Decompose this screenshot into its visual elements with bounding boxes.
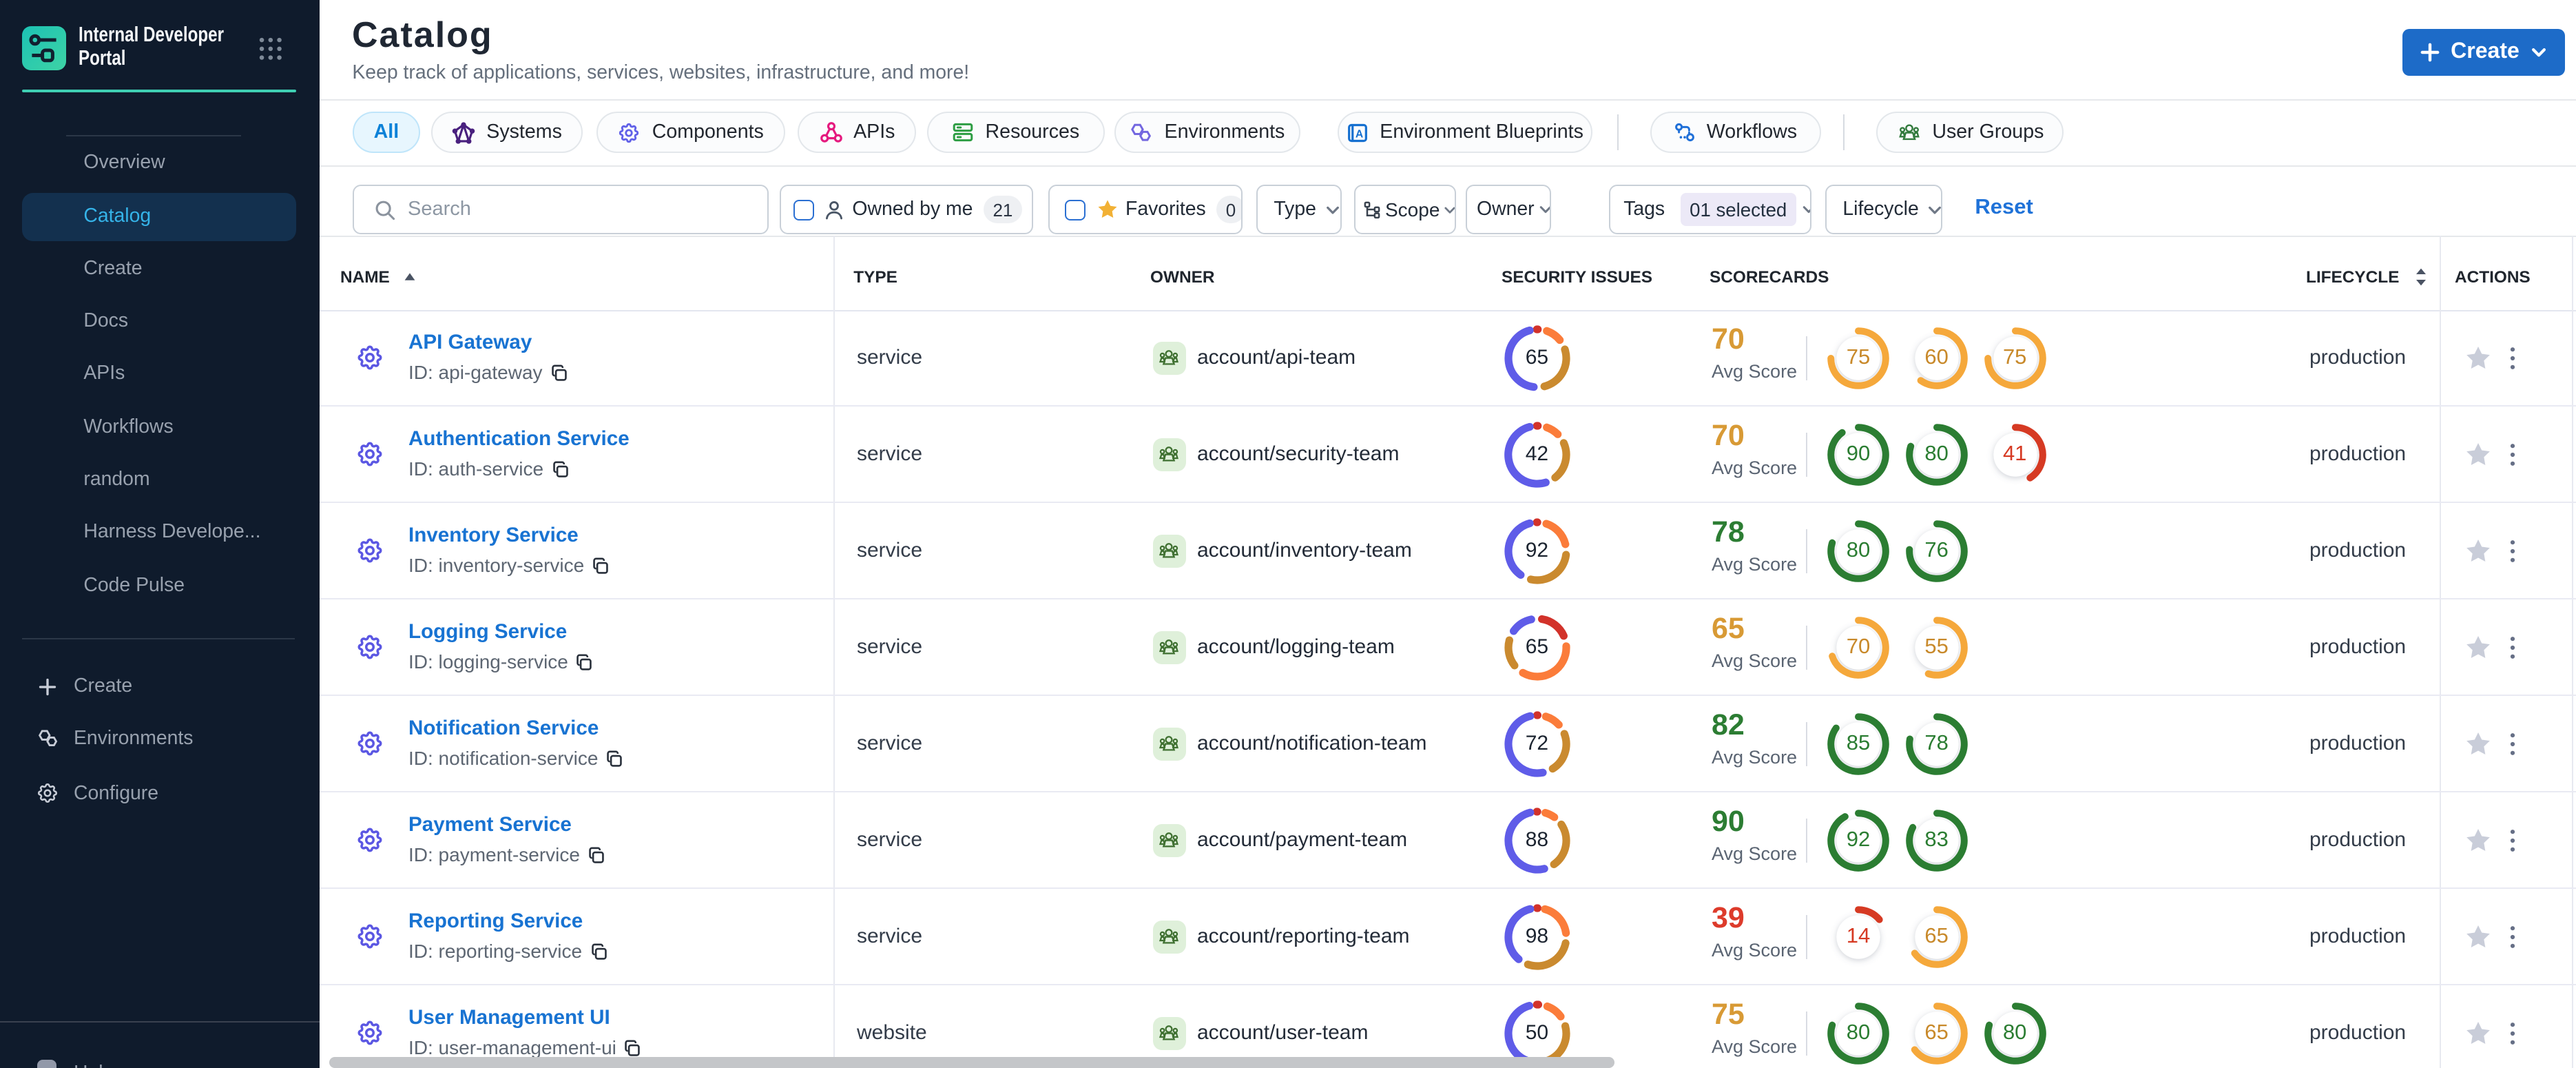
svg-text:A: A [1355,127,1362,139]
